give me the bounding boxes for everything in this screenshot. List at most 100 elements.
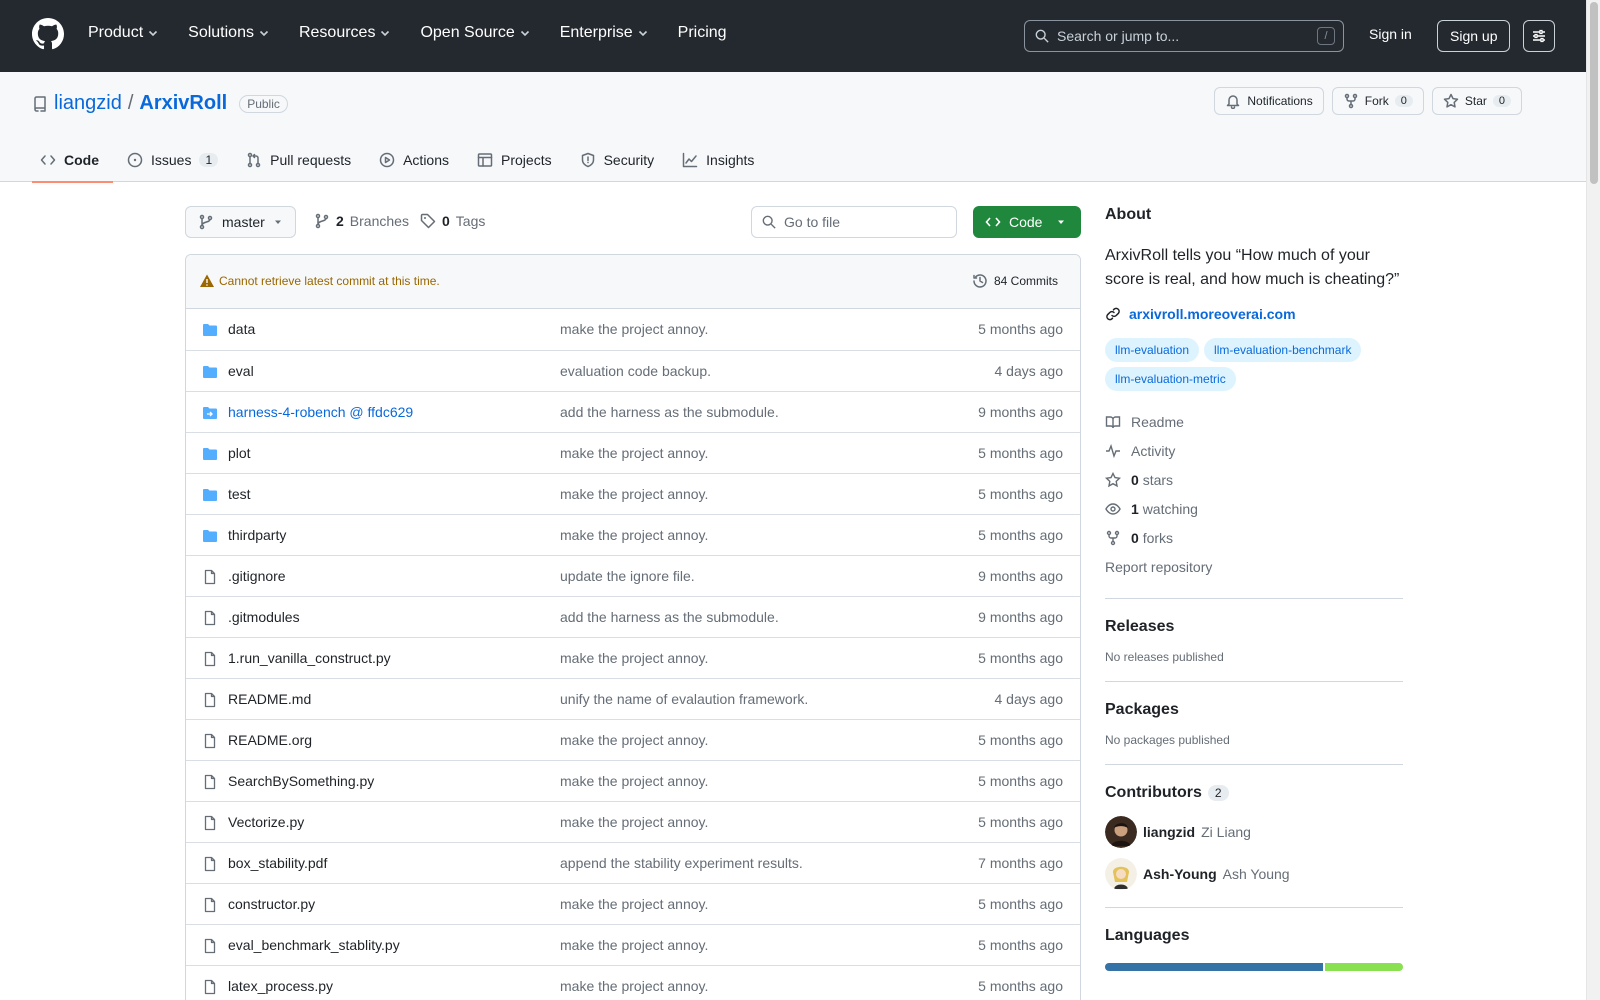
activity-link[interactable]: Activity — [1105, 436, 1403, 465]
commit-message-link[interactable]: make the project annoy. — [560, 732, 708, 748]
commit-message-link[interactable]: make the project annoy. — [560, 773, 708, 789]
activity-label: Activity — [1131, 442, 1176, 459]
nav-label: Product — [88, 24, 144, 41]
fork-button[interactable]: Fork 0 — [1331, 87, 1424, 115]
tab-code[interactable]: Code — [32, 138, 113, 183]
commit-message-link[interactable]: append the stability experiment results. — [560, 855, 803, 871]
file-name-link[interactable]: eval — [228, 363, 254, 379]
tab-pull-requests[interactable]: Pull requests — [238, 138, 365, 182]
file-name-link[interactable]: thirdparty — [228, 527, 286, 543]
commit-message-link[interactable]: make the project annoy. — [560, 486, 708, 502]
topic-tag[interactable]: llm-evaluation-benchmark — [1204, 338, 1362, 362]
contributor-login: Ash-Young — [1143, 866, 1217, 882]
nav-enterprise[interactable]: Enterprise — [560, 24, 648, 42]
graph-icon — [682, 152, 698, 168]
commit-message-link[interactable]: make the project annoy. — [560, 896, 708, 912]
nav-open-source[interactable]: Open Source — [420, 24, 529, 42]
file-name-link[interactable]: README.org — [228, 732, 312, 748]
contributor-item[interactable]: liangzid Zi Liang — [1105, 816, 1403, 848]
file-name-link[interactable]: eval_benchmark_stablity.py — [228, 937, 400, 953]
contributor-item[interactable]: Ash-Young Ash Young — [1105, 858, 1403, 890]
search-placeholder: Search or jump to... — [1057, 28, 1180, 44]
language-bar-segment — [1324, 963, 1403, 971]
commit-message-link[interactable]: make the project annoy. — [560, 445, 708, 461]
file-name-link[interactable]: plot — [228, 445, 251, 461]
file-type-icon — [202, 487, 218, 503]
nav-label: Solutions — [188, 24, 254, 41]
file-type-icon — [202, 528, 218, 544]
file-name-link[interactable]: harness-4-robench @ ffdc629 — [228, 404, 413, 420]
commit-message-link[interactable]: make the project annoy. — [560, 978, 708, 994]
commit-message-link[interactable]: evaluation code backup. — [560, 363, 711, 379]
commits-history-link[interactable]: 84 Commits — [972, 273, 1058, 289]
file-name-link[interactable]: 1.run_vanilla_construct.py — [228, 650, 391, 666]
file-name-link[interactable]: data — [228, 321, 255, 337]
file-name-link[interactable]: latex_process.py — [228, 978, 333, 994]
sign-in-link[interactable]: Sign in — [1369, 26, 1412, 42]
packages-heading[interactable]: Packages — [1105, 701, 1403, 719]
file-type-icon — [202, 897, 218, 913]
notifications-button[interactable]: Notifications — [1214, 87, 1324, 115]
watching-link[interactable]: 1 watching — [1105, 494, 1403, 523]
github-logo-icon[interactable] — [32, 18, 64, 50]
site-menu-button[interactable] — [1523, 20, 1555, 52]
readme-link[interactable]: Readme — [1105, 407, 1403, 436]
commit-message-link[interactable]: make the project annoy. — [560, 527, 708, 543]
nav-product[interactable]: Product — [88, 24, 158, 42]
commit-message-link[interactable]: add the harness as the submodule. — [560, 404, 779, 420]
releases-heading[interactable]: Releases — [1105, 618, 1403, 636]
go-to-file-input[interactable]: Go to file — [751, 206, 957, 238]
file-type-icon — [202, 774, 218, 790]
report-repository-link[interactable]: Report repository — [1105, 552, 1403, 581]
tags-link[interactable]: 0 Tags — [420, 213, 485, 229]
page-scrollbar[interactable] — [1586, 0, 1600, 1000]
commit-message-link[interactable]: make the project annoy. — [560, 650, 708, 666]
commit-message-link[interactable]: add the harness as the submodule. — [560, 609, 779, 625]
file-name-link[interactable]: constructor.py — [228, 896, 315, 912]
code-dropdown-button[interactable]: Code — [973, 206, 1081, 238]
file-name-link[interactable]: test — [228, 486, 251, 502]
commit-message-link[interactable]: make the project annoy. — [560, 814, 708, 830]
repo-owner-link[interactable]: liangzid — [54, 92, 122, 115]
tab-projects[interactable]: Projects — [469, 138, 566, 182]
tab-label: Projects — [501, 152, 552, 168]
topic-tag[interactable]: llm-evaluation — [1105, 338, 1200, 362]
tab-actions[interactable]: Actions — [371, 138, 463, 182]
commit-message-link[interactable]: update the ignore file. — [560, 568, 695, 584]
nav-pricing[interactable]: Pricing — [678, 24, 727, 42]
file-name-link[interactable]: Vectorize.py — [228, 814, 304, 830]
branches-link[interactable]: 2 Branches — [314, 213, 409, 229]
commit-message-link[interactable]: make the project annoy. — [560, 321, 708, 337]
search-input[interactable]: Search or jump to... / — [1024, 20, 1344, 52]
nav-resources[interactable]: Resources — [299, 24, 390, 42]
file-name-link[interactable]: README.md — [228, 691, 311, 707]
tab-security[interactable]: Security — [572, 138, 669, 182]
tab-insights[interactable]: Insights — [674, 138, 768, 182]
file-row: eval evaluation code backup. 4 days ago — [186, 350, 1080, 391]
avatar — [1105, 858, 1137, 890]
website-link[interactable]: arxivroll.moreoverai.com — [1105, 306, 1403, 322]
commit-message-link[interactable]: make the project annoy. — [560, 937, 708, 953]
file-name-link[interactable]: .gitmodules — [228, 609, 300, 625]
sign-up-button[interactable]: Sign up — [1437, 20, 1511, 52]
releases-empty-text: No releases published — [1105, 650, 1224, 664]
file-name-link[interactable]: SearchBySomething.py — [228, 773, 374, 789]
branch-selector[interactable]: master — [185, 206, 296, 238]
nav-solutions[interactable]: Solutions — [188, 24, 269, 42]
pull-request-icon — [247, 152, 261, 168]
file-name-link[interactable]: box_stability.pdf — [228, 855, 327, 871]
tab-issues[interactable]: Issues 1 — [119, 138, 232, 182]
forks-count: 0 — [1131, 529, 1139, 546]
issues-count: 1 — [199, 153, 219, 167]
commit-message-link[interactable]: unify the name of evalaution framework. — [560, 691, 808, 707]
file-name-link[interactable]: .gitignore — [228, 568, 286, 584]
repo-name-link[interactable]: ArxivRoll — [139, 92, 227, 115]
stars-link[interactable]: 0 stars — [1105, 465, 1403, 494]
link-icon — [1106, 307, 1120, 321]
contributors-count: 2 — [1207, 785, 1229, 801]
star-button[interactable]: Star 0 — [1431, 87, 1522, 115]
topic-tag[interactable]: llm-evaluation-metric — [1105, 367, 1236, 391]
contributors-heading[interactable]: Contributors — [1105, 784, 1202, 801]
forks-link[interactable]: 0 forks — [1105, 523, 1403, 552]
scrollbar-thumb[interactable] — [1590, 2, 1598, 184]
